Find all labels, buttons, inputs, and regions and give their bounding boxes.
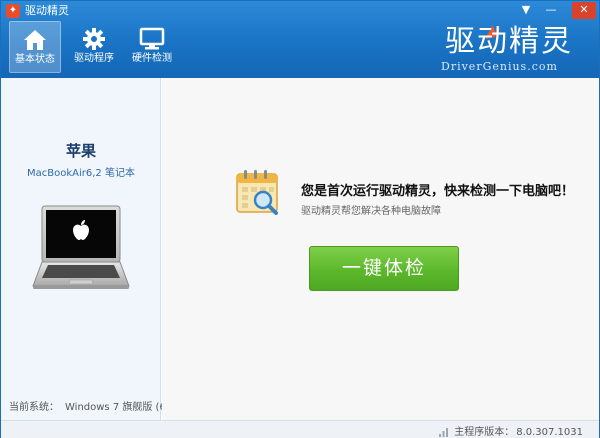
title-bar: ✦ 驱动精灵 ▼ — ✕ [1,1,599,21]
device-model: MacBookAir6,2 笔记本 [27,168,135,179]
os-label: 当前系统： [9,402,59,413]
tab-hardware-check[interactable]: 硬件检测 [124,21,180,73]
calendar-search-icon [236,170,278,215]
signal-icon [439,427,449,437]
close-button[interactable]: ✕ [572,2,596,19]
device-panel: 苹果 MacBookAir6,2 笔记本 当前系统： Windows 7 旗舰版 … [1,78,186,420]
headline: 您是首次运行驱动精灵，快来检测一下电脑吧！ [301,184,575,199]
tab-drivers-label: 驱动程序 [74,53,114,64]
subline: 驱动精灵帮您解决各种电脑故障 [301,206,441,217]
app-window: ✦ 驱动精灵 ▼ — ✕ 基本状态 驱动程序 硬件检测 驱动精灵 DriverG… [0,0,600,438]
device-brand: 苹果 [65,142,96,160]
laptop-icon [32,205,130,289]
one-click-check-button[interactable]: 一键体检 [309,246,459,291]
minimize-button[interactable]: — [542,2,560,18]
version-info: 主程序版本： 8.0.307.1031 [439,423,583,438]
tab-basic-status[interactable]: 基本状态 [9,21,61,73]
brand-name-cn: 驱动精灵 [445,24,573,59]
status-bar: 主程序版本： 8.0.307.1031 [1,420,599,438]
menu-dropdown-icon[interactable]: ▼ [517,2,535,18]
tab-drivers[interactable]: 驱动程序 [65,21,123,73]
brand-logo: 驱动精灵 DriverGenius.com [437,23,593,75]
tab-basic-status-label: 基本状态 [15,54,55,65]
tab-hardware-check-label: 硬件检测 [132,53,172,64]
version-value: 8.0.307.1031 [516,427,583,438]
brand-name-en: DriverGenius.com [441,60,558,73]
gear-icon [83,28,105,50]
version-label: 主程序版本： [454,427,515,438]
home-icon [24,30,46,50]
main-panel: 您是首次运行驱动精灵，快来检测一下电脑吧！ 驱动精灵帮您解决各种电脑故障 一键体… [162,78,599,420]
monitor-icon [139,27,165,50]
header: ✦ 驱动精灵 ▼ — ✕ 基本状态 驱动程序 硬件检测 驱动精灵 DriverG… [1,1,599,78]
app-logo-icon: ✦ [6,4,20,18]
window-title: 驱动精灵 [25,4,69,17]
os-info: 当前系统： Windows 7 旗舰版 (64位) [9,398,186,413]
